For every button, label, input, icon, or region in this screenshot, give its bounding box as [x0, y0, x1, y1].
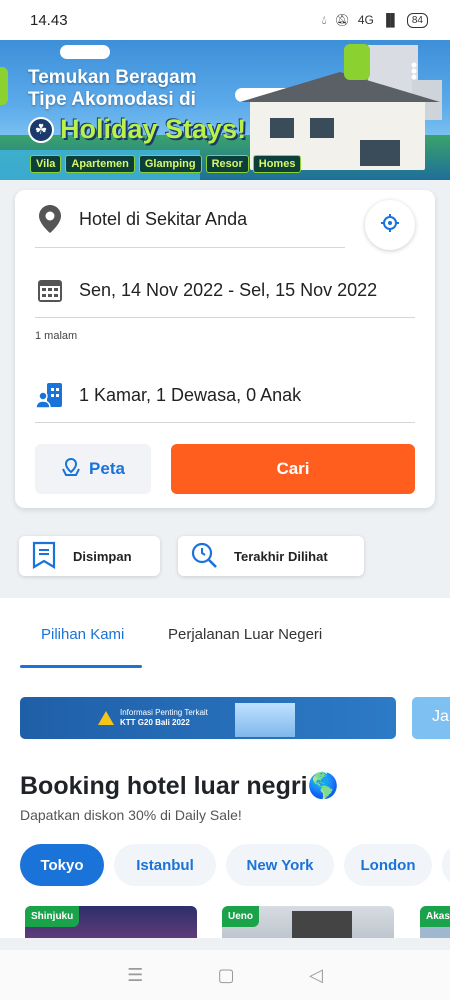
recent-apps-icon[interactable]: ☰: [127, 965, 143, 986]
city-pill-tokyo[interactable]: Tokyo: [20, 844, 104, 886]
status-time: 14.43: [30, 11, 68, 29]
hotel-building-image: [292, 911, 352, 938]
search-card: Hotel di Sekitar Anda Sen, 14 Nov 2022 -…: [15, 190, 435, 508]
divider: [35, 422, 415, 423]
banner-accent: [344, 44, 370, 80]
building-illustration: [235, 703, 295, 737]
banner-chip: Resor: [205, 155, 249, 173]
city-pill-new-york[interactable]: New York: [226, 844, 334, 886]
guest-field[interactable]: 1 Kamar, 1 Dewasa, 0 Anak: [35, 380, 301, 410]
info-banner-line1: Informasi Penting Terkait: [120, 708, 208, 717]
room-guest-icon: [35, 380, 65, 410]
city-pill-istanbul[interactable]: Istanbul: [114, 844, 216, 886]
city-pill-london[interactable]: London: [344, 844, 432, 886]
hotel-card[interactable]: Shinjuku: [25, 906, 197, 938]
map-button-label: Peta: [89, 459, 125, 478]
bookmark-list-icon: [31, 541, 57, 572]
system-nav-bar: ☰ ▢ ◁: [0, 950, 450, 1000]
banner-line1: Temukan Beragam: [28, 67, 197, 88]
location-pin-icon: [35, 204, 65, 234]
gps-button[interactable]: [365, 200, 415, 250]
signal-icon: ▐▌: [381, 13, 399, 27]
divider: [35, 247, 345, 248]
banner-line2: Tipe Akomodasi di: [28, 89, 196, 110]
info-banner[interactable]: Informasi Penting Terkait KTT G20 Bali 2…: [20, 697, 396, 739]
banner-highlight: ☘ Holiday Stays!: [28, 114, 246, 145]
active-tab-indicator: [20, 665, 142, 668]
warning-icon: [98, 711, 114, 725]
drop-icon: 💧︎: [321, 12, 327, 27]
location-field[interactable]: Hotel di Sekitar Anda: [35, 204, 247, 234]
banner-accent: [0, 67, 8, 105]
recently-viewed-button[interactable]: Terakhir Dilihat: [178, 536, 364, 576]
section-title: Booking hotel luar negri🌎: [20, 772, 339, 800]
network-label: 4G: [357, 13, 374, 27]
palm-tree-icon: ☘: [28, 116, 54, 143]
battery-icon: 84: [406, 12, 428, 28]
calendar-icon: [35, 275, 65, 305]
home-icon[interactable]: ▢: [218, 965, 235, 986]
date-value: Sen, 14 Nov 2022 - Sel, 15 Nov 2022: [79, 279, 378, 300]
info-banner-text: Informasi Penting Terkait KTT G20 Bali 2…: [120, 708, 208, 728]
status-bar: 14.43 💧︎ 🔕︎ 4G ▐▌ 84: [0, 0, 450, 40]
search-button[interactable]: Cari: [171, 444, 415, 494]
promo-banner[interactable]: Temukan Beragam Tipe Akomodasi di ☘ Holi…: [0, 40, 450, 180]
saved-label: Disimpan: [73, 548, 132, 564]
tab-international-trips[interactable]: Perjalanan Luar Negeri: [168, 626, 322, 643]
search-button-label: Cari: [276, 459, 310, 478]
cloud-decoration: [60, 45, 110, 59]
banner-highlight-text: Holiday Stays!: [60, 114, 247, 144]
map-button[interactable]: Peta: [35, 444, 151, 494]
banner-title: Temukan Beragam Tipe Akomodasi di: [28, 67, 197, 111]
crosshair-icon: [380, 213, 400, 238]
divider: [35, 317, 415, 318]
section-subtitle: Dapatkan diskon 30% di Daily Sale!: [20, 807, 242, 823]
banner-chip: Apartemen: [65, 155, 135, 173]
saved-button[interactable]: Disimpan: [19, 536, 160, 576]
date-field[interactable]: Sen, 14 Nov 2022 - Sel, 15 Nov 2022: [35, 275, 377, 305]
info-banner-line2: KTT G20 Bali 2022: [120, 718, 190, 727]
hotel-area-tag: Ueno: [222, 906, 259, 927]
banner-chip: Glamping: [138, 155, 202, 173]
hotel-card[interactable]: Akas: [420, 906, 450, 938]
status-icons: 💧︎ 🔕︎ 4G ▐▌ 84: [321, 12, 428, 28]
location-value: Hotel di Sekitar Anda: [79, 208, 248, 229]
content-section: Pilihan Kami Perjalanan Luar Negeri Info…: [0, 598, 450, 938]
hotel-card[interactable]: Ueno: [222, 906, 394, 938]
back-icon[interactable]: ◁: [309, 965, 323, 986]
banner-chip: Homes: [252, 155, 302, 173]
history-search-icon: [190, 541, 218, 572]
banner-chips: Vila Apartemen Glamping Resor Homes: [30, 155, 302, 173]
tab-our-picks[interactable]: Pilihan Kami: [41, 626, 124, 643]
guest-value: 1 Kamar, 1 Dewasa, 0 Anak: [79, 384, 302, 405]
nights-label: 1 malam: [35, 330, 78, 342]
hotel-area-tag: Akas: [420, 906, 450, 927]
recently-viewed-label: Terakhir Dilihat: [234, 548, 328, 564]
map-pin-icon: [61, 457, 81, 482]
hotel-area-tag: Shinjuku: [25, 906, 80, 927]
city-pill-more[interactable]: [442, 844, 450, 886]
banner-chip: Vila: [30, 155, 62, 173]
next-banner[interactable]: Ja: [412, 697, 450, 739]
mute-bell-icon: 🔕︎: [334, 13, 350, 27]
more-options-icon[interactable]: • • •: [410, 56, 418, 86]
